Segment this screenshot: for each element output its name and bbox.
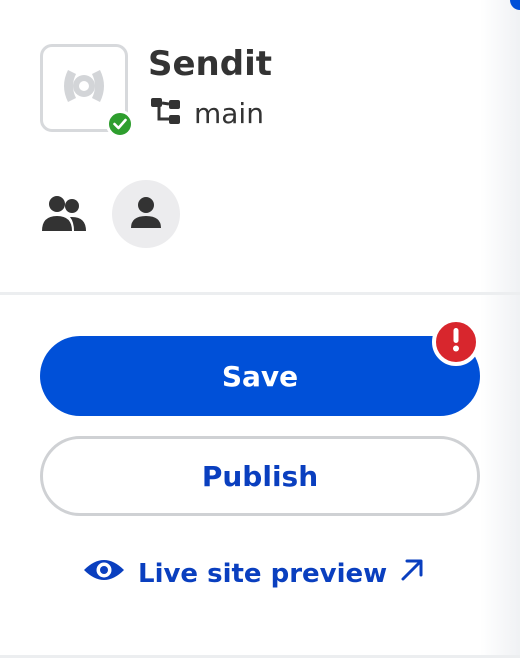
avatar[interactable] bbox=[112, 180, 180, 248]
check-icon bbox=[113, 115, 127, 134]
publish-button[interactable]: Publish bbox=[40, 436, 480, 516]
eye-icon bbox=[82, 556, 126, 591]
site-status-badge bbox=[106, 110, 134, 138]
section-divider bbox=[0, 292, 520, 295]
user-icon bbox=[129, 195, 163, 233]
users-icon[interactable] bbox=[40, 194, 88, 234]
site-name: Sendit bbox=[148, 44, 272, 84]
branch-label: main bbox=[194, 96, 264, 130]
save-button[interactable]: Save bbox=[40, 336, 480, 416]
site-panel: Sendit main Save Publish Live site previ… bbox=[0, 0, 520, 658]
site-logo-icon bbox=[58, 66, 110, 110]
alert-badge[interactable] bbox=[432, 318, 480, 366]
external-arrow-icon bbox=[399, 557, 425, 590]
live-site-preview-link[interactable]: Live site preview bbox=[82, 556, 425, 591]
live-site-preview-label: Live site preview bbox=[138, 558, 388, 589]
branch-icon bbox=[150, 96, 182, 130]
branch-indicator[interactable]: main bbox=[150, 96, 264, 130]
panel-edge-shade bbox=[480, 0, 520, 658]
exclamation-icon bbox=[451, 327, 461, 357]
